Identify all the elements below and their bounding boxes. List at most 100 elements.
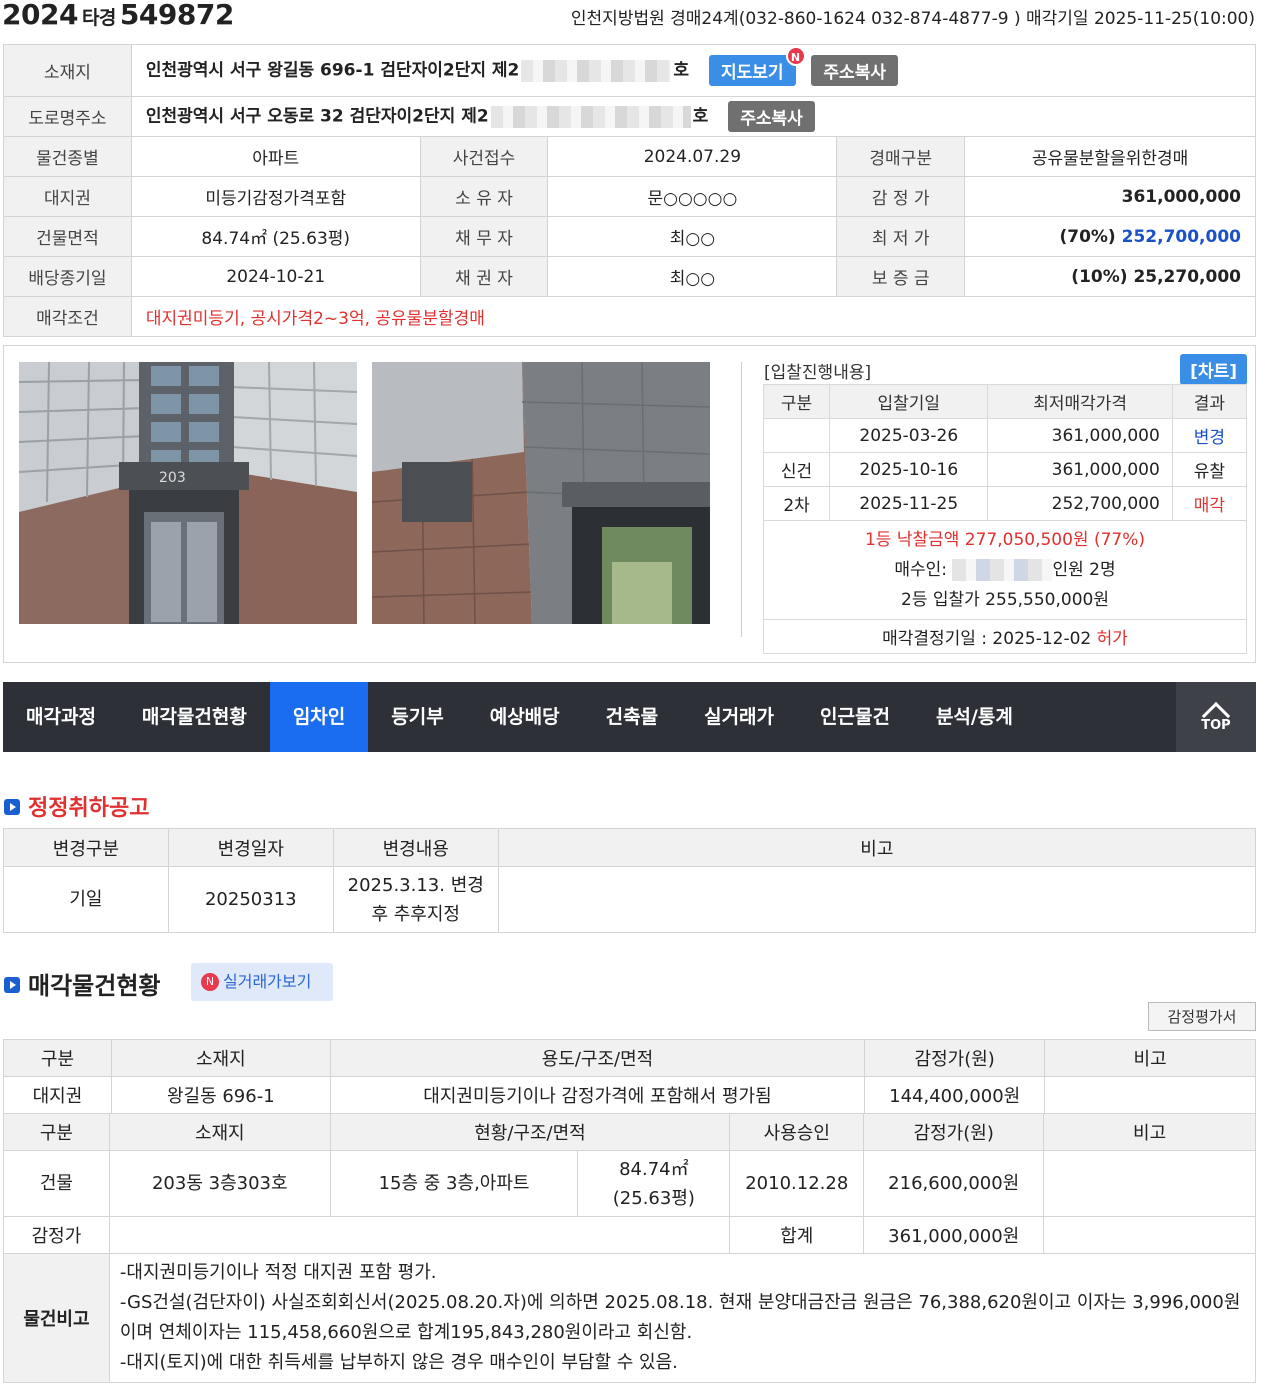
- info-label: 채 무 자: [419, 216, 549, 257]
- copy-address-button[interactable]: 주소복사: [811, 55, 898, 86]
- land-header: 용도/구조/면적: [329, 1039, 866, 1077]
- info-row: 배당종기일 2024-10-21 채 권 자 최○○ 보 증 금 (10%) 2…: [3, 256, 1256, 297]
- tab-real-price[interactable]: 실거래가: [681, 682, 797, 752]
- bullet-icon: [4, 977, 20, 993]
- real-price-button[interactable]: N 실거래가보기: [191, 963, 333, 1001]
- building-structure: 15층 중 3층,아파트: [329, 1150, 579, 1217]
- tab-registry[interactable]: 등기부: [368, 682, 466, 752]
- tab-building[interactable]: 건축물: [583, 682, 681, 752]
- property-info-table: 소재지 인천광역시 서구 왕길동 696-1 검단자이2단지 제2 호 지도보기 N…: [3, 44, 1257, 337]
- decision-result: 허가: [1096, 629, 1128, 649]
- apartment-wall-photo[interactable]: [372, 362, 710, 624]
- bid-round: 신건: [762, 452, 831, 487]
- total-label: 합계: [729, 1216, 865, 1254]
- building-header: 비고: [1043, 1113, 1256, 1151]
- second-bid: 2등 입찰가 255,550,000원: [901, 590, 1109, 610]
- property-type: 아파트: [130, 136, 421, 177]
- address-redacted: [521, 59, 672, 82]
- info-label: 소 유 자: [419, 176, 549, 217]
- bid-row: 2차 2025-11-25 252,700,000 매각: [762, 486, 1248, 521]
- sale-condition-label: 매각조건: [3, 296, 132, 337]
- buyer-count: 인원 2명: [1052, 560, 1116, 580]
- case-year: 2024: [2, 0, 78, 31]
- address-cell: 인천광역시 서구 왕길동 696-1 검단자이2단지 제2 호 지도보기 N 주소복…: [130, 44, 1257, 97]
- land-usage: 대지권미등기이나 감정가격에 포함해서 평가됨: [329, 1076, 866, 1114]
- buyer-redacted: [952, 559, 1053, 581]
- bid-price: 252,700,000: [987, 486, 1173, 521]
- tab-tenant[interactable]: 임차인: [269, 682, 369, 752]
- winning-bid: 1등 낙찰금액 277,050,500원 (77%): [864, 530, 1146, 550]
- property-section-title: 매각물건현황: [4, 966, 160, 1001]
- correction-title-text: 정정취하공고: [28, 796, 150, 821]
- property-title-text: 매각물건현황: [28, 972, 161, 1000]
- case-number: 2024 타경 549872: [2, 0, 234, 31]
- bid-date: 2025-10-16: [829, 452, 989, 487]
- building-note: [1043, 1150, 1256, 1217]
- case-header: 2024 타경 549872 인천지방법원 경매24계(032-860-1624 0…: [0, 0, 1267, 34]
- owner: 문○○○○○: [547, 176, 838, 217]
- tab-expected-dividend[interactable]: 예상배당: [467, 682, 583, 752]
- building-location: 203동 3층303호: [108, 1150, 331, 1217]
- bid-progress-table: 구분 입찰기일 최저매각가격 결과 2025-03-26 361,000,000…: [762, 384, 1248, 654]
- remark-line: -GS건설(검단자이) 사실조회회신서(2025.08.20.자)에 의하면 2…: [119, 1292, 1241, 1343]
- apartment-entrance-photo[interactable]: 203: [19, 362, 357, 624]
- sum-row: 감정가 합계 361,000,000원: [3, 1216, 1256, 1254]
- building-kind: 건물: [3, 1150, 110, 1217]
- tab-nearby[interactable]: 인근물건: [797, 682, 913, 752]
- scroll-top-button[interactable]: TOP: [1176, 682, 1256, 752]
- road-address-label: 도로명주소: [3, 96, 132, 137]
- info-label: 감 정 가: [836, 176, 966, 217]
- info-label: 채 권 자: [419, 256, 549, 297]
- change-content-line: 후 추후지정: [371, 903, 460, 925]
- land-header: 비고: [1044, 1039, 1256, 1077]
- remark-line: -대지권미등기이나 적정 대지권 포함 평가.: [119, 1262, 437, 1283]
- remark-row: 물건비고 -대지권미등기이나 적정 대지권 포함 평가. -GS건설(검단자이)…: [3, 1253, 1257, 1383]
- change-content: 2025.3.13. 변경 후 추후지정: [332, 866, 499, 933]
- correction-header: 변경내용: [332, 828, 499, 867]
- chart-button[interactable]: [차트]: [1180, 354, 1247, 385]
- info-row: 물건종별 아파트 사건접수 2024.07.29 경매구분 공유물분할을위한경매: [3, 136, 1256, 177]
- land-header: 감정가(원): [864, 1039, 1046, 1077]
- land-right: 미등기감정가격포함: [130, 176, 421, 217]
- tab-sale-process[interactable]: 매각과정: [3, 682, 119, 752]
- building-price: 216,600,000원: [863, 1150, 1045, 1217]
- case-type: 타경: [81, 7, 116, 29]
- land-header: 구분: [3, 1039, 112, 1077]
- case-serial: 549872: [119, 0, 234, 31]
- bid-row: 신건 2025-10-16 361,000,000 유찰: [762, 452, 1248, 487]
- tab-property-status[interactable]: 매각물건현황: [119, 682, 270, 752]
- map-view-button[interactable]: 지도보기 N: [708, 46, 806, 86]
- road-address-cell: 인천광역시 서구 오동로 32 검단자이2단지 제2 호 주소복사: [130, 96, 1257, 137]
- info-row: 건물면적 84.74㎡ (25.63평) 채 무 자 최○○ 최 저 가 (70…: [3, 216, 1256, 257]
- info-label: 최 저 가: [836, 216, 966, 257]
- auction-kind: 공유물분할을위한경매: [964, 136, 1256, 177]
- approval-date: 2010.12.28: [729, 1150, 865, 1217]
- building-header: 소재지: [108, 1113, 331, 1151]
- info-label: 배당종기일: [3, 256, 132, 297]
- decision-date-text: 매각결정기일 : 2025-12-02: [882, 629, 1092, 649]
- land-price: 144,400,000원: [864, 1076, 1046, 1114]
- dividend-deadline: 2024-10-21: [130, 256, 421, 297]
- bid-header: 결과: [1171, 384, 1248, 419]
- minimum-percent: (70%): [1059, 226, 1116, 247]
- bid-price: 361,000,000: [987, 418, 1173, 453]
- sale-condition-value: 대지권미등기, 공시가격2~3억, 공유물분할경매: [130, 296, 1257, 337]
- bullet-icon: [4, 799, 20, 815]
- sum-note: [1043, 1216, 1256, 1254]
- appraisal-report-button[interactable]: 감정평가서: [1148, 1002, 1256, 1031]
- building-area-sqm: 84.74㎡: [619, 1158, 689, 1180]
- bid-date: 2025-11-25: [829, 486, 989, 521]
- debtor: 최○○: [547, 216, 838, 257]
- land-kind: 대지권: [3, 1076, 112, 1114]
- copy-road-address-button[interactable]: 주소복사: [728, 101, 815, 132]
- buyer-label: 매수인:: [894, 560, 948, 580]
- court-info: 인천지방법원 경매24계(032-860-1624 032-874-4877-9…: [570, 9, 1255, 29]
- building-area: 84.74㎡ (25.63평): [577, 1150, 731, 1217]
- land-note: [1044, 1076, 1256, 1114]
- building-area-pyeong: (25.63평): [612, 1187, 695, 1209]
- correction-header: 변경일자: [167, 828, 334, 867]
- correction-section-title: 정정취하공고: [4, 790, 149, 822]
- minimum-price: (70%) 252,700,000: [964, 216, 1256, 257]
- info-label: 건물면적: [3, 216, 132, 257]
- tab-analysis[interactable]: 분석/통계: [913, 682, 1036, 752]
